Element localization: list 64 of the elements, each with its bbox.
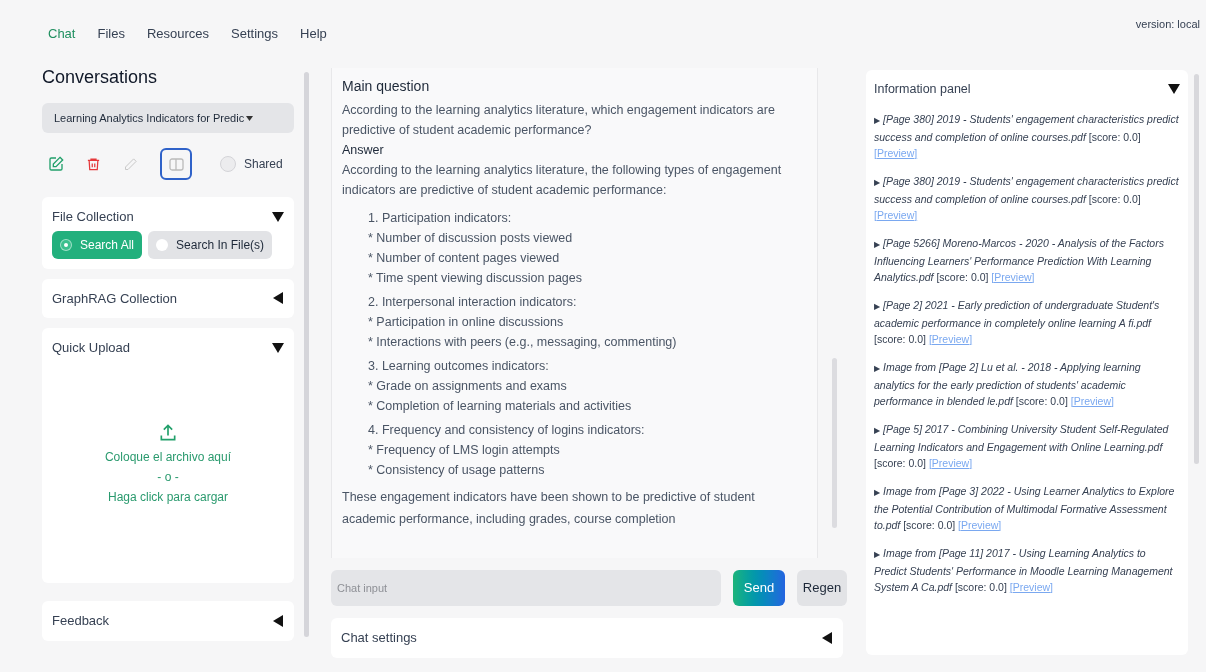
- shared-checkbox[interactable]: [220, 156, 236, 172]
- scrollbar[interactable]: [304, 72, 309, 637]
- list-bullet: * Number of discussion posts viewed: [368, 230, 574, 247]
- info-scrollbar[interactable]: [1194, 74, 1199, 464]
- upload-icon[interactable]: [158, 423, 178, 444]
- columns-icon: [168, 157, 184, 171]
- collapse-triangle-icon[interactable]: [272, 210, 284, 223]
- list-bullet: * Time spent viewing discussion pages: [368, 270, 583, 287]
- sidebar-title: Conversations: [42, 66, 159, 89]
- source-reference[interactable]: ▶ [Page 380] 2019 - Students' engagement characteristics predict success and completion of online courses.pdf [score: 0.0] [Preview]: [874, 110, 1180, 161]
- collapse-triangle-icon[interactable]: [1168, 83, 1180, 96]
- question-text: According to the learning analytics literature, which engagement indicators are predictive of student academic performance?: [342, 102, 776, 139]
- source-reference[interactable]: ▶ [Page 5] 2017 - Combining University Student Self-Regulated Learning Indicators and Engagement with Online Learning.pdf [score: 0.0] [Preview]: [874, 420, 1180, 471]
- answer-intro: According to the learning analytics literature, the following types of engagement indicators are predictive of student academic performance:: [342, 162, 783, 199]
- section-title[interactable]: File Collection: [52, 207, 134, 227]
- list-heading: 2. Interpersonal interaction indicators:: [368, 294, 578, 311]
- source-reference[interactable]: ▶ Image from [Page 2] Lu et al. - 2018 - Applying learning analytics for the early prediction of students' academic performance in blended le.pdf [score: 0.0] [Preview]: [874, 358, 1180, 409]
- trash-icon[interactable]: [86, 156, 101, 172]
- list-bullet: * Completion of learning materials and activities: [368, 398, 633, 415]
- search-scope-radio[interactable]: Search In File(s): [148, 230, 273, 259]
- list-heading: 4. Frequency and consistency of logins indicators:: [368, 422, 646, 439]
- list-bullet: * Consistency of usage patterns: [368, 462, 546, 479]
- drop-text: Coloque el archivo aquí: [104, 449, 232, 467]
- list-bullet: * Frequency of LMS login attempts: [368, 442, 561, 459]
- expand-triangle-icon[interactable]: [821, 631, 833, 644]
- edit-icon[interactable]: [48, 156, 64, 172]
- regen-button[interactable]: Regen: [797, 570, 847, 606]
- caret-icon: [246, 115, 254, 121]
- separator-text: - o -: [157, 469, 179, 487]
- list-bullet: * Interactions with peers (e.g., messaging, commenting): [368, 334, 678, 351]
- nav-tab[interactable]: Chat: [48, 24, 76, 42]
- source-reference[interactable]: ▶ Image from [Page 11] 2017 - Using Learning Analytics to Predict Students' Performance in Moodle Learning Management System A Ca.pdf [score: 0.0] [Preview]: [874, 544, 1180, 595]
- nav-tab[interactable]: Settings: [231, 24, 279, 42]
- send-button[interactable]: Send: [733, 570, 785, 606]
- list-bullet: * Number of content pages viewed: [368, 250, 561, 267]
- panel-title: Information panel: [874, 81, 971, 98]
- list-bullet: * Grade on assignments and exams: [368, 378, 568, 395]
- section-title[interactable]: Quick Upload: [52, 338, 131, 358]
- section-title[interactable]: Feedback: [52, 611, 110, 631]
- expand-triangle-icon[interactable]: [272, 614, 284, 627]
- conversation-dropdown[interactable]: Learning Analytics Indicators for Predic: [42, 103, 294, 133]
- shared-label: Shared: [244, 156, 283, 173]
- nav-tab[interactable]: Files: [97, 24, 125, 42]
- source-reference[interactable]: ▶ Image from [Page 3] 2022 - Using Learner Analytics to Explore the Potential Contribution of Multimodal Formative Assessment to.pdf [score: 0.0] [Preview]: [874, 482, 1180, 533]
- source-reference[interactable]: ▶ [Page 2] 2021 - Early prediction of undergraduate Student's academic performance in completely online learning A fi.pdf [score: 0.0] [Preview]: [874, 296, 1180, 347]
- list-heading: 1. Participation indicators:: [368, 210, 513, 227]
- chat-scrollbar[interactable]: [832, 358, 837, 528]
- question-heading: Main question: [342, 77, 431, 96]
- nav-tab[interactable]: Help: [300, 24, 327, 42]
- section-title[interactable]: GraphRAG Collection: [52, 288, 177, 308]
- answer-outro: These engagement indicators have been shown to be predictive of student academic performance, including grades, course completion: [342, 489, 756, 528]
- source-reference[interactable]: ▶ [Page 5266] Moreno-Marcos - 2020 - Analysis of the Factors Influencing Learners' Performance Prediction With Learning Analytics.pdf [score: 0.0] [Preview]: [874, 234, 1180, 285]
- list-bullet: * Participation in online discussions: [368, 314, 565, 331]
- collapse-triangle-icon[interactable]: [272, 341, 284, 354]
- panel-toggle-button[interactable]: [160, 148, 192, 180]
- answer-heading: Answer: [342, 142, 385, 159]
- source-reference[interactable]: ▶ [Page 380] 2019 - Students' engagement characteristics predict success and completion of online courses.pdf [score: 0.0] [Preview]: [874, 172, 1180, 223]
- click-upload-link[interactable]: Haga click para cargar: [107, 487, 229, 508]
- version-label: version: local: [1135, 17, 1200, 32]
- nav-tab[interactable]: Resources: [146, 24, 210, 42]
- expand-triangle-icon[interactable]: [272, 292, 284, 305]
- list-heading: 3. Learning outcomes indicators:: [368, 358, 550, 375]
- chat-input[interactable]: Chat input: [331, 570, 721, 606]
- section-title[interactable]: Chat settings: [341, 628, 417, 648]
